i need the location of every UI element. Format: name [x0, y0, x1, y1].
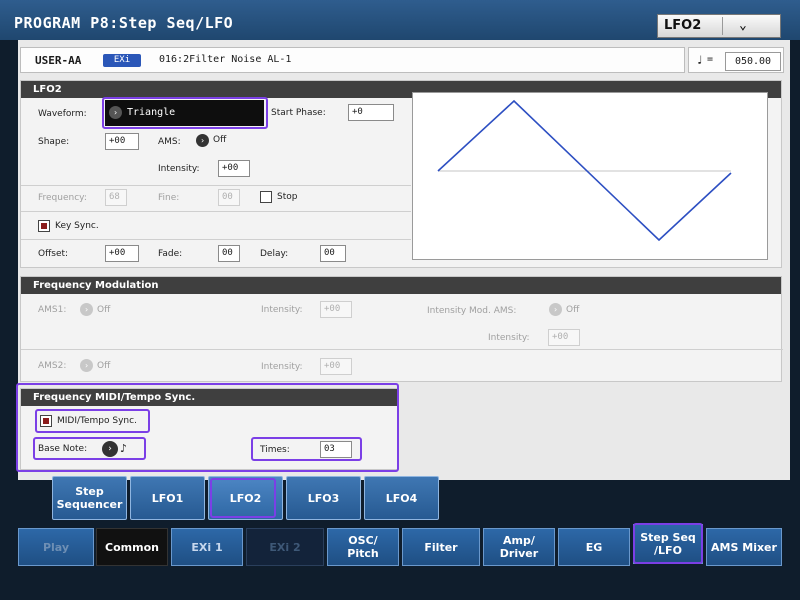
- tempo-equals: =: [707, 54, 714, 65]
- intensity-field[interactable]: +00: [218, 160, 250, 177]
- chevron-down-icon[interactable]: ⌄: [739, 18, 747, 33]
- exi-badge: EXi: [103, 54, 141, 67]
- shape-field[interactable]: +00: [105, 133, 139, 150]
- highlight-midi-checkbox: [35, 409, 150, 433]
- maintab-label: Filter: [424, 540, 458, 554]
- ams-value[interactable]: Off: [213, 135, 226, 145]
- highlight-base-note: [33, 437, 146, 460]
- start-phase-label: Start Phase:: [271, 108, 326, 118]
- row-divider: [21, 239, 411, 240]
- program-name: 016:2Filter Noise AL-1: [159, 54, 292, 65]
- maintab-amp-driver[interactable]: Amp/Driver: [483, 528, 555, 566]
- ams2-knob-icon[interactable]: ›: [80, 359, 93, 372]
- fine-label: Fine:: [158, 193, 180, 203]
- subtab-label: Sequencer: [56, 498, 123, 511]
- subtab-label: LFO3: [307, 491, 340, 505]
- intensity-mod-intensity-field[interactable]: +00: [548, 329, 580, 346]
- fade-field[interactable]: 00: [218, 245, 240, 262]
- maintab-eg[interactable]: EG: [558, 528, 630, 566]
- page-title: PROGRAM P8:Step Seq/LFO: [14, 14, 234, 32]
- highlight-step-seq-tab: [633, 523, 703, 564]
- key-sync-checkbox[interactable]: [38, 220, 50, 232]
- quarter-note-icon: ♩: [696, 53, 704, 67]
- ams1-intensity-label: Intensity:: [261, 305, 303, 315]
- program-info-bar[interactable]: USER-AA EXi 016:2Filter Noise AL-1: [20, 47, 685, 73]
- freq-mod-header: Frequency Modulation: [21, 277, 781, 294]
- maintab-label: EG: [585, 540, 603, 554]
- offset-label: Offset:: [38, 249, 69, 259]
- intensity-mod-intensity-label: Intensity:: [488, 333, 530, 343]
- maintab-common[interactable]: Common: [96, 528, 168, 566]
- maintab-exi1[interactable]: EXi 1: [171, 528, 243, 566]
- intensity-mod-ams-value[interactable]: Off: [566, 305, 579, 315]
- tempo-value[interactable]: 050.00: [725, 52, 781, 71]
- highlight-lfo2-tab: [210, 478, 276, 518]
- maintab-ams-mixer[interactable]: AMS Mixer: [706, 528, 782, 566]
- tempo-box: ♩ = 050.00: [688, 47, 784, 73]
- stop-checkbox[interactable]: [260, 191, 272, 203]
- delay-label: Delay:: [260, 249, 289, 259]
- maintab-label: EXi 2: [269, 540, 301, 554]
- frequency-label: Frequency:: [38, 193, 87, 203]
- dropdown-divider: [722, 17, 723, 35]
- highlight-times: [251, 437, 362, 461]
- maintab-filter[interactable]: Filter: [402, 528, 480, 566]
- maintab-label: AMS Mixer: [711, 540, 777, 554]
- fade-label: Fade:: [158, 249, 183, 259]
- highlight-waveform: [102, 97, 268, 129]
- lfo-waveform-graph: [412, 92, 768, 260]
- maintab-osc-pitch[interactable]: OSC/Pitch: [327, 528, 399, 566]
- fine-field[interactable]: 00: [218, 189, 240, 206]
- start-phase-field[interactable]: +0: [348, 104, 394, 121]
- subtab-lfo3[interactable]: LFO3: [286, 476, 361, 520]
- maintab-label: Pitch: [347, 547, 379, 560]
- frequency-modulation-panel: Frequency Modulation: [20, 276, 783, 382]
- subtab-label: Step: [75, 485, 104, 498]
- page-select-label: LFO2: [664, 18, 702, 33]
- ams2-intensity-field[interactable]: +00: [320, 358, 352, 375]
- ams1-label: AMS1:: [38, 305, 67, 315]
- waveform-label: Waveform:: [38, 109, 87, 119]
- lfo-waveform-svg: [437, 99, 732, 242]
- frequency-field[interactable]: 68: [105, 189, 127, 206]
- key-sync-label: Key Sync.: [55, 221, 99, 231]
- ams1-knob-icon[interactable]: ›: [80, 303, 93, 316]
- program-bank: USER-AA: [35, 54, 82, 67]
- ams1-value[interactable]: Off: [97, 305, 110, 315]
- delay-field[interactable]: 00: [320, 245, 346, 262]
- ams2-label: AMS2:: [38, 361, 67, 371]
- intensity-label: Intensity:: [158, 164, 200, 174]
- subtab-lfo1[interactable]: LFO1: [130, 476, 205, 520]
- maintab-label: Common: [105, 540, 159, 554]
- ams-label: AMS:: [158, 137, 181, 147]
- intensity-mod-knob-icon[interactable]: ›: [549, 303, 562, 316]
- row-divider: [21, 185, 411, 186]
- offset-field[interactable]: +00: [105, 245, 139, 262]
- ams2-value[interactable]: Off: [97, 361, 110, 371]
- ams-knob-icon[interactable]: ›: [196, 134, 209, 147]
- maintab-play[interactable]: Play: [18, 528, 94, 566]
- shape-label: Shape:: [38, 137, 70, 147]
- maintab-label: Amp/: [503, 534, 535, 547]
- maintab-label: OSC/: [348, 534, 378, 547]
- page-select-dropdown[interactable]: LFO2 ⌄: [657, 14, 781, 38]
- subtab-step-sequencer[interactable]: Step Sequencer: [52, 476, 127, 520]
- row-divider: [21, 349, 783, 350]
- maintab-label: Play: [42, 540, 70, 554]
- subtab-label: LFO1: [151, 491, 184, 505]
- maintab-exi2[interactable]: EXi 2: [246, 528, 324, 566]
- maintab-label: Driver: [499, 547, 539, 560]
- ams1-intensity-field[interactable]: +00: [320, 301, 352, 318]
- row-divider: [21, 211, 411, 212]
- stop-label: Stop: [277, 192, 298, 202]
- subtab-label: LFO4: [385, 491, 418, 505]
- subtab-lfo4[interactable]: LFO4: [364, 476, 439, 520]
- ams2-intensity-label: Intensity:: [261, 362, 303, 372]
- intensity-mod-ams-label: Intensity Mod. AMS:: [427, 306, 517, 316]
- maintab-label: EXi 1: [191, 540, 223, 554]
